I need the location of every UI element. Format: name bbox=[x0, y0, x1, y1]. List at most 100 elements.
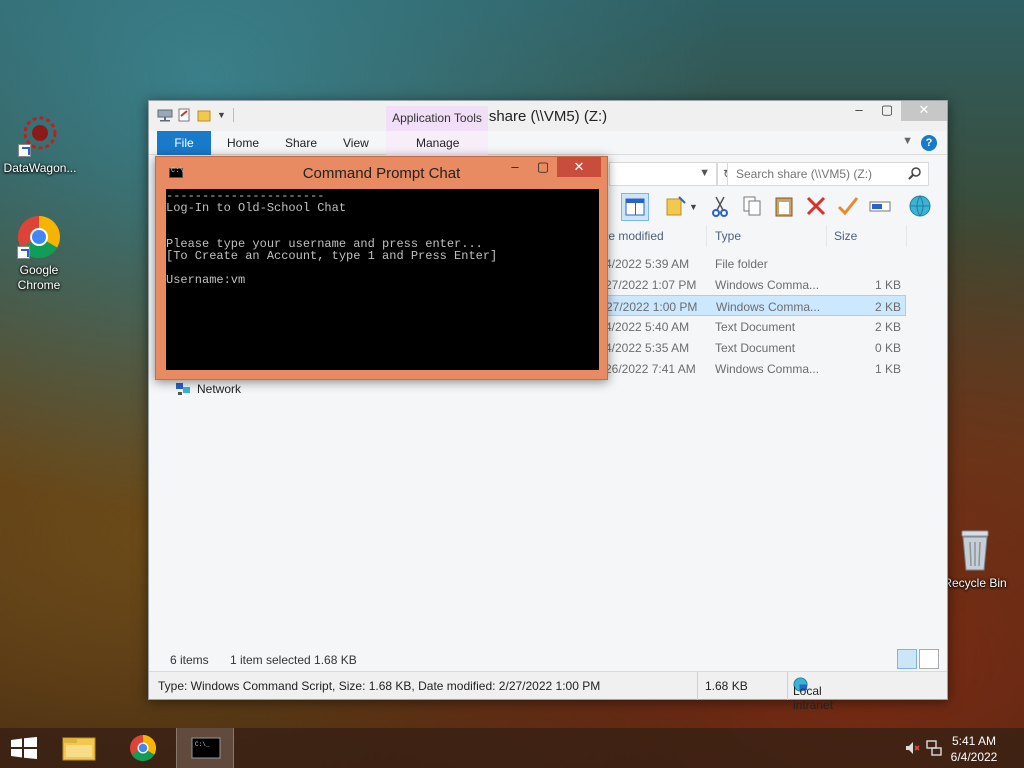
row-type: Windows Comma... bbox=[715, 362, 820, 376]
details-bar: Type: Windows Command Script, Size: 1.68… bbox=[149, 671, 947, 712]
organize-icon[interactable] bbox=[663, 193, 691, 221]
datawagon-icon bbox=[18, 113, 62, 157]
file-row[interactable]: 4/2022 5:39 AM File folder bbox=[605, 253, 945, 274]
desktop-icon-datawagon[interactable]: DataWagon... bbox=[0, 113, 80, 176]
network-tray-icon[interactable] bbox=[926, 740, 942, 756]
search-input[interactable] bbox=[728, 163, 898, 185]
status-selection: 1 item selected 1.68 KB bbox=[230, 653, 357, 667]
zone-label: Local intranet bbox=[793, 684, 834, 712]
file-row[interactable]: 27/2022 1:07 PM Windows Comma... 1 KB bbox=[605, 274, 945, 295]
tab-home[interactable]: Home bbox=[227, 136, 259, 150]
console-output[interactable]: ---------------------- Log-In to Old-Scho… bbox=[166, 189, 599, 370]
row-type: File folder bbox=[715, 257, 768, 271]
window-controls: – ▢ ✕ bbox=[845, 101, 947, 121]
file-row[interactable]: 26/2022 7:41 AM Windows Comma... 1 KB bbox=[605, 358, 945, 379]
file-explorer-icon bbox=[62, 737, 96, 761]
nav-item-label: Network bbox=[197, 382, 242, 396]
network-icon bbox=[176, 383, 190, 395]
column-separator[interactable] bbox=[706, 225, 707, 247]
row-type: Text Document bbox=[715, 341, 796, 355]
row-date: 4/2022 5:40 AM bbox=[605, 320, 690, 334]
row-size: 0 KB bbox=[874, 341, 901, 355]
column-size[interactable]: Size bbox=[834, 229, 857, 243]
details-text: Type: Windows Command Script, Size: 1.68… bbox=[158, 679, 601, 693]
address-dropdown-icon[interactable]: ▼ bbox=[699, 167, 710, 179]
checkmark-icon[interactable] bbox=[835, 193, 863, 221]
tab-share[interactable]: Share bbox=[285, 136, 317, 150]
address-bar[interactable]: ▼ bbox=[609, 162, 717, 186]
volume-muted-icon[interactable] bbox=[904, 740, 920, 756]
taskbar-chrome[interactable] bbox=[114, 728, 172, 768]
window-title: share (\\VM5) (Z:) bbox=[488, 108, 608, 125]
row-type: Windows Comma... bbox=[715, 278, 820, 292]
cmd-maximize-button[interactable]: ▢ bbox=[529, 157, 557, 177]
search-icon bbox=[908, 167, 921, 180]
ribbon-expand-icon[interactable]: ▼ bbox=[902, 135, 913, 147]
taskbar-command-prompt[interactable]: C:\_ bbox=[176, 728, 234, 768]
column-date-modified[interactable]: te modified bbox=[605, 229, 664, 243]
row-size: 1 KB bbox=[874, 362, 901, 376]
recycle-bin-icon bbox=[953, 528, 997, 572]
taskbar-file-explorer[interactable] bbox=[50, 728, 108, 768]
details-separator bbox=[787, 672, 788, 700]
view-buttons bbox=[897, 649, 939, 669]
row-type: Text Document bbox=[715, 320, 796, 334]
row-type: Windows Comma... bbox=[716, 300, 821, 314]
organize-dropdown-icon[interactable]: ▼ bbox=[689, 193, 701, 221]
ribbon-tabs: File Home Share View Manage ▼ ? bbox=[149, 131, 947, 155]
shortcut-arrow-icon bbox=[18, 144, 31, 157]
chrome-icon bbox=[17, 215, 61, 259]
cmd-minimize-button[interactable]: – bbox=[501, 157, 529, 177]
file-row-selected[interactable]: 27/2022 1:00 PM Windows Comma... 2 KB bbox=[604, 295, 906, 316]
shortcut-arrow-icon bbox=[17, 246, 30, 259]
row-size: 2 KB bbox=[874, 320, 901, 334]
close-button[interactable]: ✕ bbox=[901, 101, 947, 121]
file-row[interactable]: 4/2022 5:35 AM Text Document 0 KB bbox=[605, 337, 945, 358]
network-globe-icon[interactable] bbox=[907, 193, 935, 221]
column-separator[interactable] bbox=[906, 225, 907, 247]
details-separator bbox=[697, 672, 698, 700]
system-tray: 5:41 AM 6/4/2022 bbox=[884, 728, 1024, 768]
help-icon[interactable]: ? bbox=[921, 135, 937, 151]
nav-item-network[interactable]: Network bbox=[175, 381, 241, 397]
row-date: 4/2022 5:35 AM bbox=[605, 341, 690, 355]
search-box[interactable] bbox=[727, 162, 929, 186]
column-separator[interactable] bbox=[826, 225, 827, 247]
row-date: 26/2022 7:41 AM bbox=[605, 362, 696, 376]
copy-icon[interactable] bbox=[739, 193, 767, 221]
file-row[interactable]: 4/2022 5:40 AM Text Document 2 KB bbox=[605, 316, 945, 337]
cmd-close-button[interactable]: ✕ bbox=[557, 157, 601, 177]
security-zone: Local intranet bbox=[793, 677, 833, 712]
details-view-button[interactable] bbox=[897, 649, 917, 669]
row-date: 27/2022 1:00 PM bbox=[606, 300, 698, 314]
status-bar: 6 items 1 item selected 1.68 KB bbox=[149, 649, 947, 671]
file-list: 4/2022 5:39 AM File folder 27/2022 1:07 P… bbox=[604, 253, 945, 379]
desktop-icon-chrome[interactable]: Google Chrome bbox=[0, 215, 79, 293]
column-headers: te modified Type Size bbox=[605, 225, 945, 247]
svg-text:C:\_: C:\_ bbox=[195, 741, 210, 748]
row-date: 27/2022 1:07 PM bbox=[605, 278, 697, 292]
large-icons-view-button[interactable] bbox=[919, 649, 939, 669]
command-prompt-window: Command Prompt Chat – ▢ ✕ --------------… bbox=[155, 156, 608, 380]
toolbar: ▼ bbox=[609, 191, 949, 223]
tab-view[interactable]: View bbox=[343, 136, 369, 150]
rename-icon[interactable] bbox=[867, 193, 895, 221]
details-size: 1.68 KB bbox=[705, 679, 748, 693]
preview-pane-button[interactable] bbox=[621, 193, 649, 221]
minimize-button[interactable]: – bbox=[845, 101, 873, 121]
tab-file[interactable]: File bbox=[157, 131, 211, 155]
column-type[interactable]: Type bbox=[715, 229, 741, 243]
command-prompt-icon: C:\_ bbox=[191, 737, 221, 759]
row-size: 1 KB bbox=[874, 278, 901, 292]
status-item-count: 6 items bbox=[170, 653, 209, 667]
clock-time: 5:41 AM bbox=[951, 734, 997, 748]
cut-icon[interactable] bbox=[707, 193, 735, 221]
clock[interactable]: 5:41 AM 6/4/2022 bbox=[944, 733, 1004, 765]
paste-icon[interactable] bbox=[771, 193, 799, 221]
start-button[interactable] bbox=[10, 737, 38, 759]
delete-icon[interactable] bbox=[803, 193, 831, 221]
maximize-button[interactable]: ▢ bbox=[873, 101, 901, 121]
tab-manage[interactable]: Manage bbox=[416, 136, 459, 150]
desktop-icon-label: DataWagon... bbox=[3, 161, 77, 175]
